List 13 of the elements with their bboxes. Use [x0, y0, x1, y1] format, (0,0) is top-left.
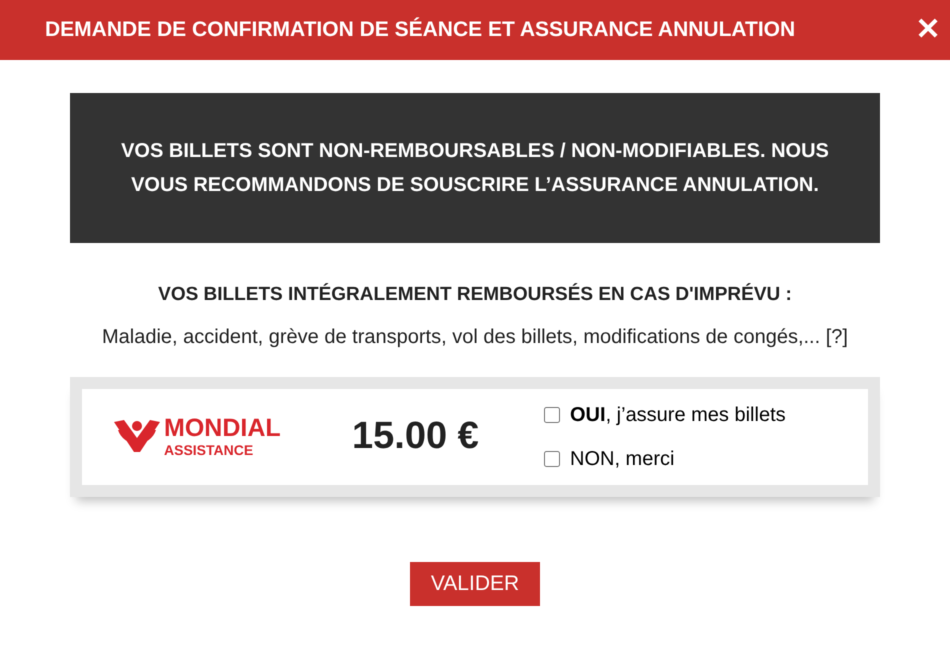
brand-tagline: ASSISTANCE — [164, 443, 254, 457]
option-label: NON, merci — [570, 446, 674, 472]
dialog-title: DEMANDE DE CONFIRMATION DE SÉANCE ET ASSURANCE ANNULATION — [45, 16, 796, 44]
brand-name: MONDIAL — [164, 416, 281, 441]
checkbox[interactable] — [544, 406, 560, 422]
checkbox[interactable] — [544, 450, 560, 466]
close-button[interactable]: ✕ — [910, 10, 946, 50]
validate-button[interactable]: VALIDER — [410, 562, 540, 606]
notice-banner: VOS BILLETS SONT NON-REMBOURSABLES / NON-MODIFIABLES. NOUS VOUS RECOMMANDONS DE SOUSCRIRE L’ASSURANCE ANNULATION. — [70, 93, 880, 243]
price-text: 15.00 € — [352, 414, 480, 459]
option-label: OUI, j’assure mes billets — [570, 402, 786, 428]
section-heading: VOS BILLETS INTÉGRALEMENT REMBOURSÉS EN CAS D'IMPRÉVU : — [157, 282, 793, 307]
description-text: Maladie, accident, grève de transports, vol des billets, modifications de congés,... [?] — [101, 324, 849, 350]
